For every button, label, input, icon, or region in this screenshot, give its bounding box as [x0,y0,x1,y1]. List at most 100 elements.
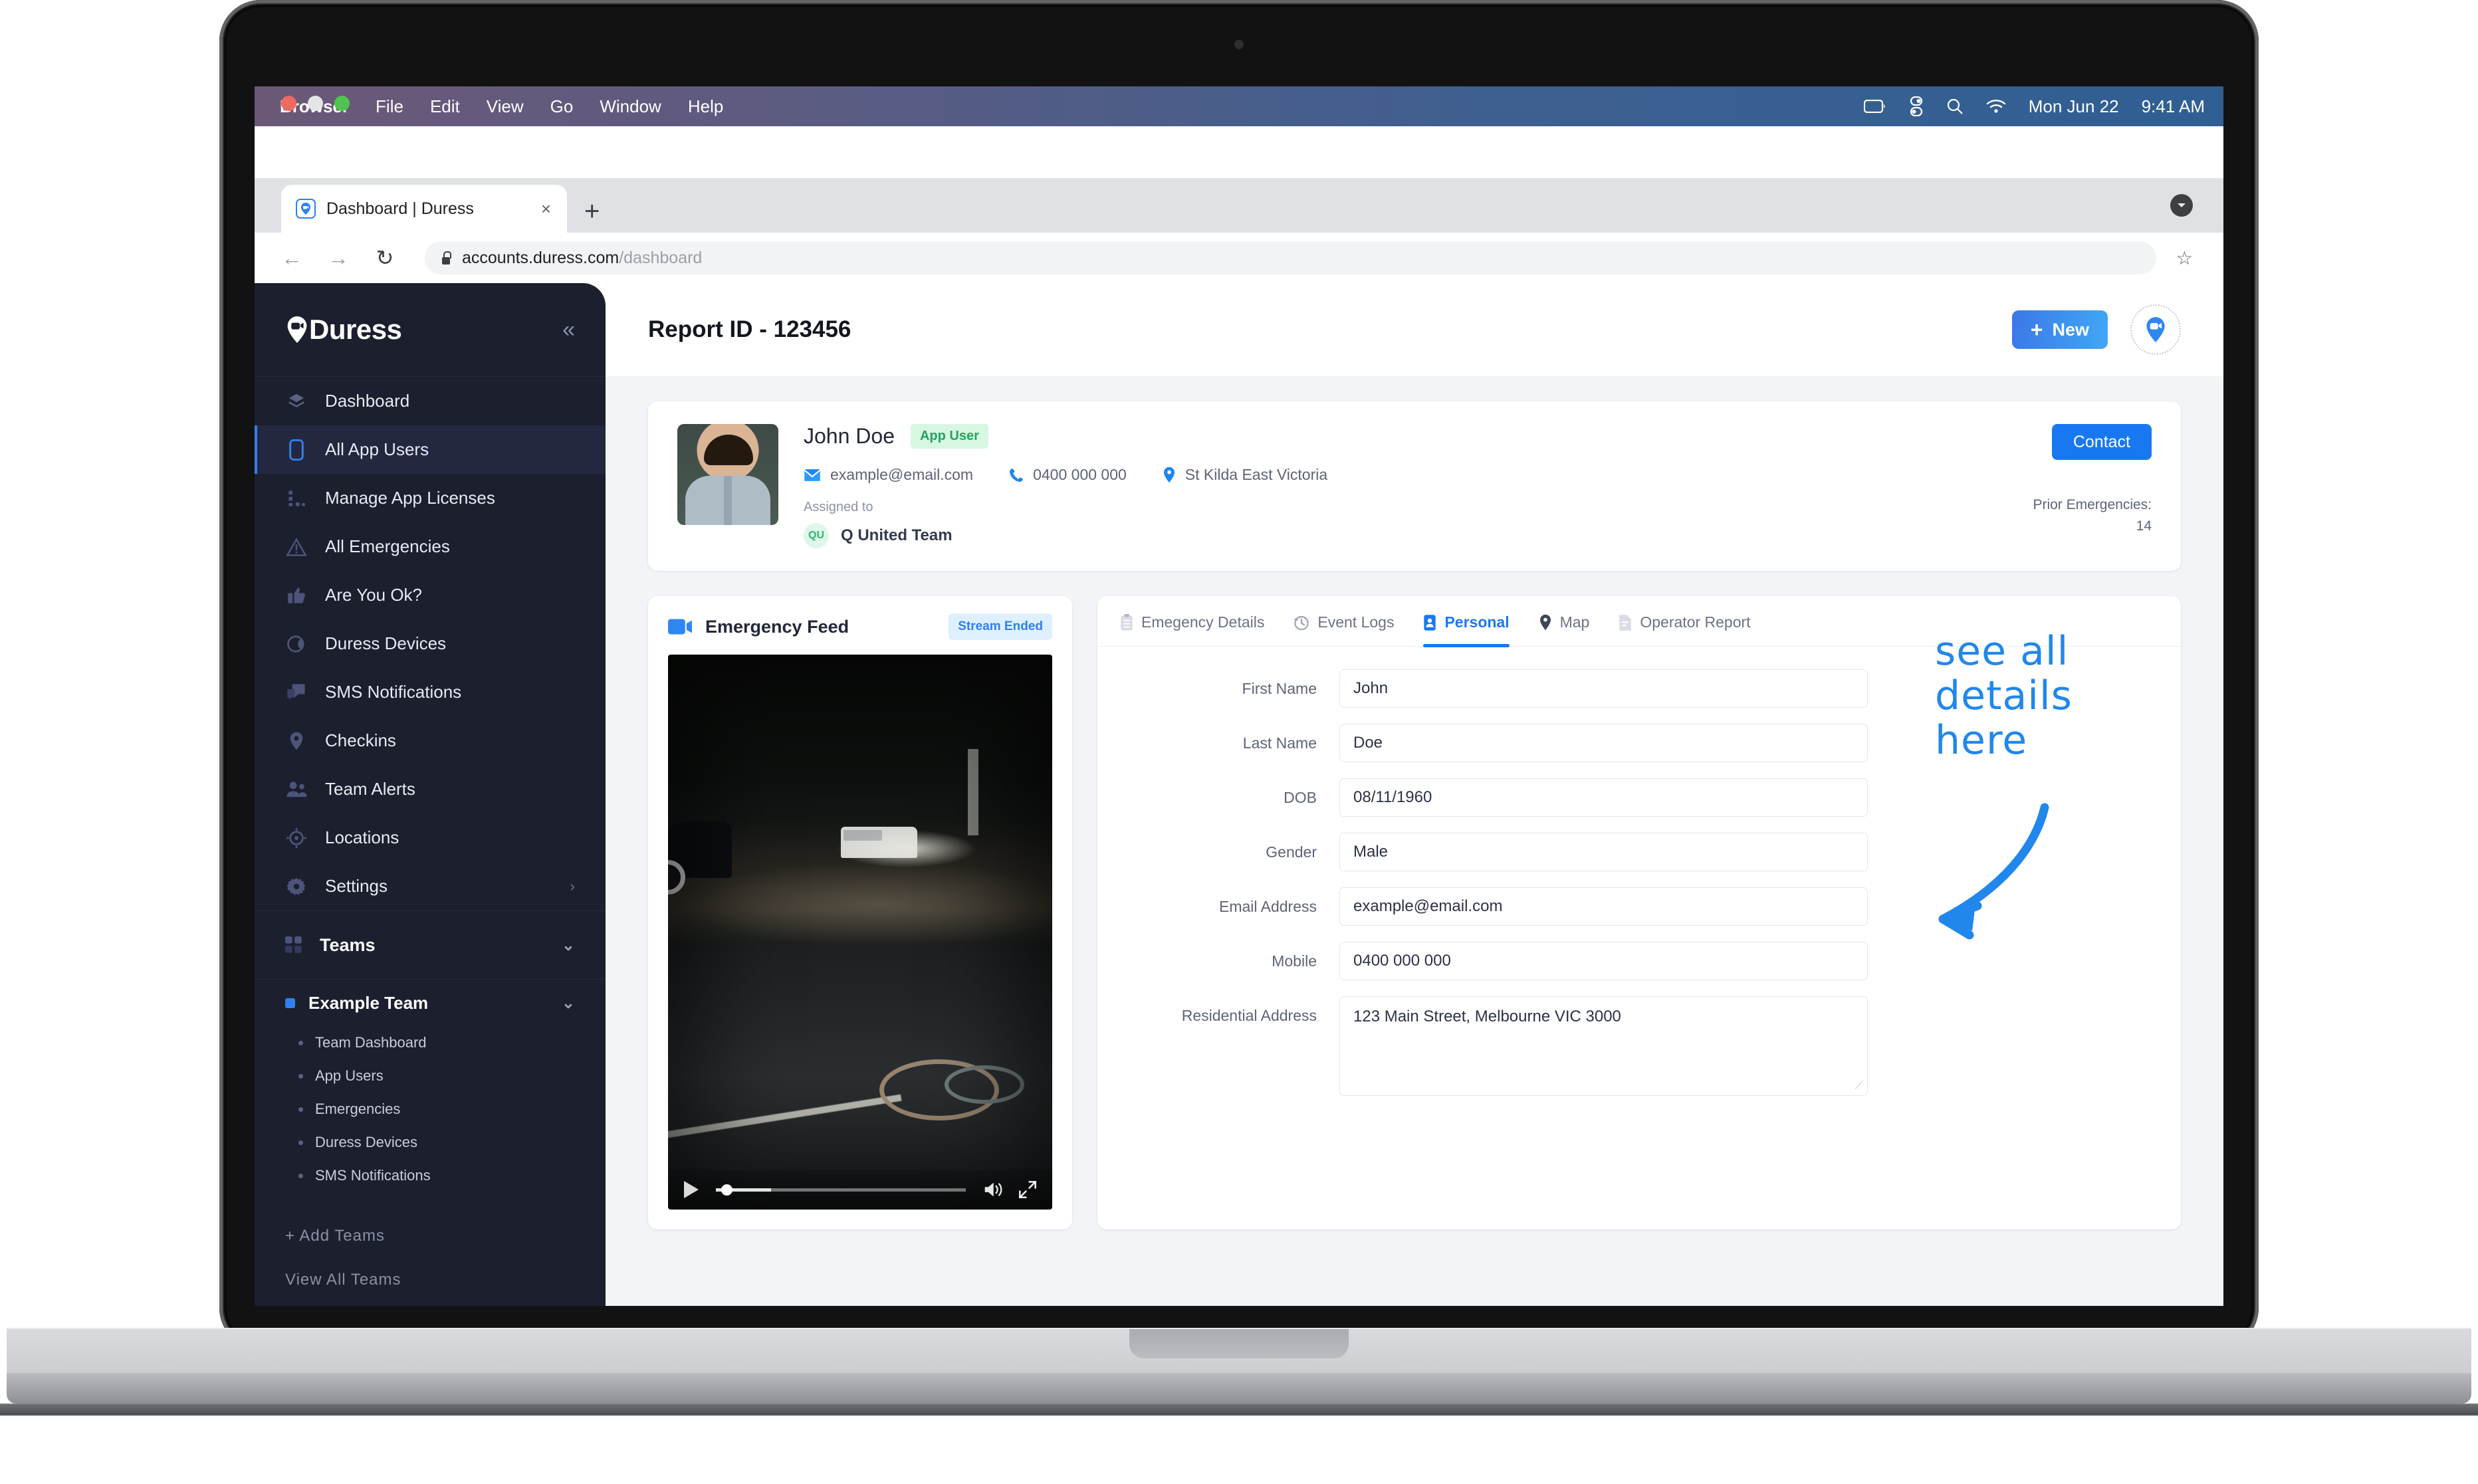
dob-input[interactable]: 08/11/1960 [1339,778,1868,817]
team-name-label: Example Team [308,992,429,1013]
gender-input[interactable]: Male [1339,833,1868,871]
residential-address-textarea[interactable]: 123 Main Street, Melbourne VIC 3000 ⟋ [1339,996,1868,1096]
sidebar-section-teams[interactable]: Teams ⌄ [255,910,606,980]
view-all-teams-link[interactable]: View All Teams [255,1271,606,1289]
browser-chrome: Dashboard | Duress × + ← → ↻ accounts.du… [255,96,2223,283]
menu-item-go[interactable]: Go [550,96,574,117]
new-tab-button[interactable]: + [584,198,600,225]
os-status-area: Mon Jun 22 9:41 AM [1863,96,2205,117]
topbar-actions: + New [2011,304,2181,355]
account-avatar[interactable] [2130,304,2181,355]
sidebar-item-duress-devices[interactable]: Duress Devices [255,619,606,668]
sidebar-subitem-app-users[interactable]: App Users [255,1059,606,1093]
sidebar-subitem-duress-devices[interactable]: Duress Devices [255,1126,606,1159]
sidebar-subitem-emergencies[interactable]: Emergencies [255,1093,606,1126]
reload-button[interactable]: ↻ [372,245,398,270]
laptop-notch [1129,1329,1349,1358]
collapse-sidebar-icon[interactable]: « [562,318,575,341]
sidebar-item-checkins[interactable]: Checkins [255,716,606,765]
bookmark-star-icon[interactable]: ☆ [2176,247,2193,269]
new-button[interactable]: + New [2011,310,2108,349]
sidebar-item-label: Settings [325,876,388,896]
sidebar: Duress « Dashboard All App Users Manage … [255,283,606,1306]
sidebar-item-settings[interactable]: Settings › [255,862,606,910]
battery-icon[interactable] [1863,100,1886,113]
sidebar-item-manage-app-licenses[interactable]: Manage App Licenses [255,474,606,522]
fullscreen-icon[interactable] [1019,1181,1036,1198]
tab-personal[interactable]: Personal [1423,613,1510,647]
video-progress-handle[interactable] [721,1184,732,1196]
sidebar-item-all-app-users[interactable]: All App Users [255,425,606,474]
assigned-team-row[interactable]: QU Q United Team [804,523,2152,548]
forward-button[interactable]: → [325,246,352,270]
sidebar-item-label: All Emergencies [325,536,450,556]
email-input[interactable]: example@email.com [1339,887,1868,926]
close-icon[interactable]: × [537,199,555,219]
volume-icon[interactable] [983,1181,1006,1198]
sidebar-item-locations[interactable]: Locations [255,813,606,862]
form-row-email: Email Address example@email.com [1120,887,2158,926]
tab-operator-report[interactable]: Operator Report [1619,613,1751,646]
sidebar-item-label: Duress Devices [325,633,447,653]
video-frame [668,655,1052,1210]
chevron-right-icon: › [570,877,575,895]
close-window-button[interactable] [281,96,296,111]
sidebar-item-all-emergencies[interactable]: All Emergencies [255,522,606,571]
laptop-mockup: Browser File Edit View Go Window Help [0,0,2478,1416]
video-controls[interactable] [668,1170,1052,1210]
phone-icon [285,439,308,461]
add-teams-link[interactable]: + Add Teams [255,1227,606,1245]
photo-shirt [685,476,770,525]
video-progress-bar[interactable] [716,1184,966,1196]
sidebar-team-example-team[interactable]: Example Team ⌄ [255,980,606,1026]
tab-emergency-details[interactable]: Emegency Details [1120,613,1264,646]
grid-dots-icon [285,487,308,510]
control-center-icon[interactable] [1909,96,1924,116]
sidebar-item-team-alerts[interactable]: Team Alerts [255,765,606,813]
play-icon[interactable] [684,1181,699,1198]
menu-item-view[interactable]: View [487,96,524,117]
url-text: accounts.duress.com/dashboard [462,249,702,268]
mobile-input[interactable]: 0400 000 000 [1339,942,1868,980]
sidebar-item-sms-notifications[interactable]: SMS Notifications [255,668,606,716]
tab-map[interactable]: Map [1539,613,1589,646]
user-phone-text: 0400 000 000 [1033,466,1127,483]
maximize-window-button[interactable] [334,96,350,111]
sidebar-subitem-label: SMS Notifications [315,1167,431,1184]
wifi-icon[interactable] [1986,99,2006,114]
map-pin-icon [1539,614,1552,631]
menu-item-window[interactable]: Window [600,96,661,117]
field-label: Last Name [1242,734,1317,752]
resize-grip-icon[interactable]: ⟋ [1855,1079,1863,1093]
user-name: John Doe [804,424,895,448]
tab-event-logs[interactable]: Event Logs [1294,613,1394,646]
browser-tab[interactable]: Dashboard | Duress × [281,185,567,233]
tab-title: Dashboard | Duress [326,199,474,218]
user-location: St Kilda East Victoria [1163,466,1327,484]
menu-item-file[interactable]: File [376,96,403,117]
sidebar-item-are-you-ok[interactable]: Are You Ok? [255,571,606,619]
last-name-input[interactable]: Doe [1339,724,1868,762]
chrome-menu-icon[interactable] [2170,194,2193,217]
contact-button[interactable]: Contact [2051,424,2152,460]
sidebar-subitem-sms-notifications[interactable]: SMS Notifications [255,1159,606,1192]
video-camera-icon [668,618,693,635]
video-player[interactable] [668,655,1052,1210]
address-bar[interactable]: accounts.duress.com/dashboard [425,241,2156,274]
chevron-down-icon: ⌄ [561,936,575,954]
assigned-team-name: Q United Team [841,526,953,544]
back-button[interactable]: ← [279,246,305,270]
minimize-window-button[interactable] [308,96,323,111]
sidebar-item-dashboard[interactable]: Dashboard [255,377,606,425]
menu-item-edit[interactable]: Edit [430,96,460,117]
prior-emergencies: Prior Emergencies: 14 [2033,494,2152,536]
video-vignette [668,655,1052,1210]
sidebar-subitem-team-dashboard[interactable]: Team Dashboard [255,1026,606,1059]
search-icon[interactable] [1946,98,1964,115]
menu-item-help[interactable]: Help [688,96,723,117]
first-name-input[interactable]: John [1339,669,1868,708]
profile-contact-row: example@email.com 0400 000 000 St Kilda … [804,466,2152,484]
chevron-down-icon: ⌄ [561,994,575,1012]
sidebar-brand[interactable]: Duress « [255,283,606,376]
window-controls[interactable] [281,96,350,111]
